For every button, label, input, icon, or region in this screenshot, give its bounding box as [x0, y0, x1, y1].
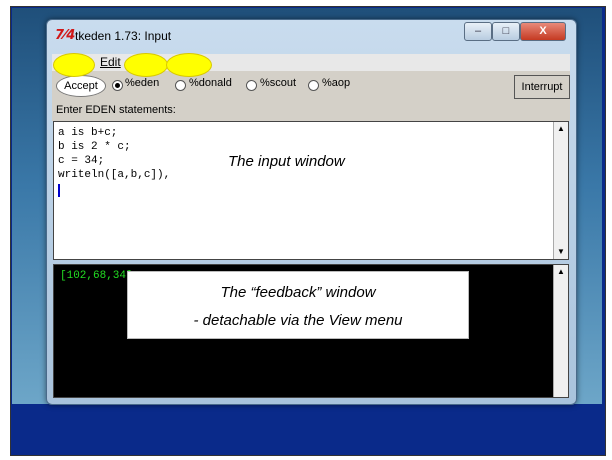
minimize-button[interactable]: –	[464, 22, 492, 41]
maximize-icon: □	[502, 25, 510, 37]
radio-scout[interactable]	[246, 80, 257, 91]
toolbar: Accept %eden %donald %scout %aop Interru…	[52, 71, 570, 121]
close-icon: X	[539, 25, 547, 37]
input-window-annotation: The input window	[228, 153, 345, 170]
input-text-area[interactable]: a is b+c; b is 2 * c; c = 34; writeln([a…	[53, 121, 569, 260]
interrupt-button[interactable]: Interrupt	[514, 75, 570, 99]
radio-eden[interactable]	[112, 80, 123, 91]
close-button[interactable]: X	[520, 22, 566, 41]
title-bar[interactable]: 7⁄4 tkeden 1.73: Input – □ X	[47, 20, 576, 52]
yellow-highlight-view-menu	[124, 53, 168, 77]
yellow-highlight-help-menu	[166, 53, 212, 77]
feedback-annotation-line1: The “feedback” window	[220, 284, 376, 301]
radio-aop[interactable]	[308, 80, 319, 91]
yellow-highlight-file-menu	[53, 53, 95, 77]
text-cursor	[58, 184, 60, 197]
eden-code: a is b+c; b is 2 * c; c = 34; writeln([a…	[58, 127, 171, 181]
radio-label-aop: %aop	[322, 77, 351, 89]
radio-label-scout: %scout	[260, 77, 297, 89]
feedback-scroll-up-icon[interactable]: ▲	[554, 265, 568, 279]
feedback-output: [102,68,34]	[60, 270, 133, 282]
window-title: tkeden 1.73: Input	[75, 29, 172, 43]
input-scrollbar[interactable]: ▲ ▼	[553, 122, 568, 259]
radio-label-donald: %donald	[189, 77, 232, 89]
prompt-label: Enter EDEN statements:	[56, 104, 176, 116]
radio-donald[interactable]	[175, 80, 186, 91]
maximize-button[interactable]: □	[492, 22, 520, 41]
scroll-up-icon[interactable]: ▲	[554, 122, 568, 136]
feedback-scrollbar[interactable]: ▲	[553, 265, 568, 397]
scroll-down-icon[interactable]: ▼	[554, 245, 568, 259]
feedback-annotation-line2: - detachable via the View menu	[193, 312, 403, 329]
tkeden-app-icon: 7⁄4	[55, 28, 76, 43]
minimize-icon: –	[474, 25, 482, 37]
tkeden-input-window: 7⁄4 tkeden 1.73: Input – □ X Edit Accept…	[46, 19, 577, 405]
menu-edit[interactable]: Edit	[100, 55, 121, 69]
accept-button[interactable]: Accept	[56, 75, 106, 97]
radio-label-eden: %eden	[125, 77, 160, 89]
feedback-annotation-box: The “feedback” window - detachable via t…	[127, 271, 469, 339]
